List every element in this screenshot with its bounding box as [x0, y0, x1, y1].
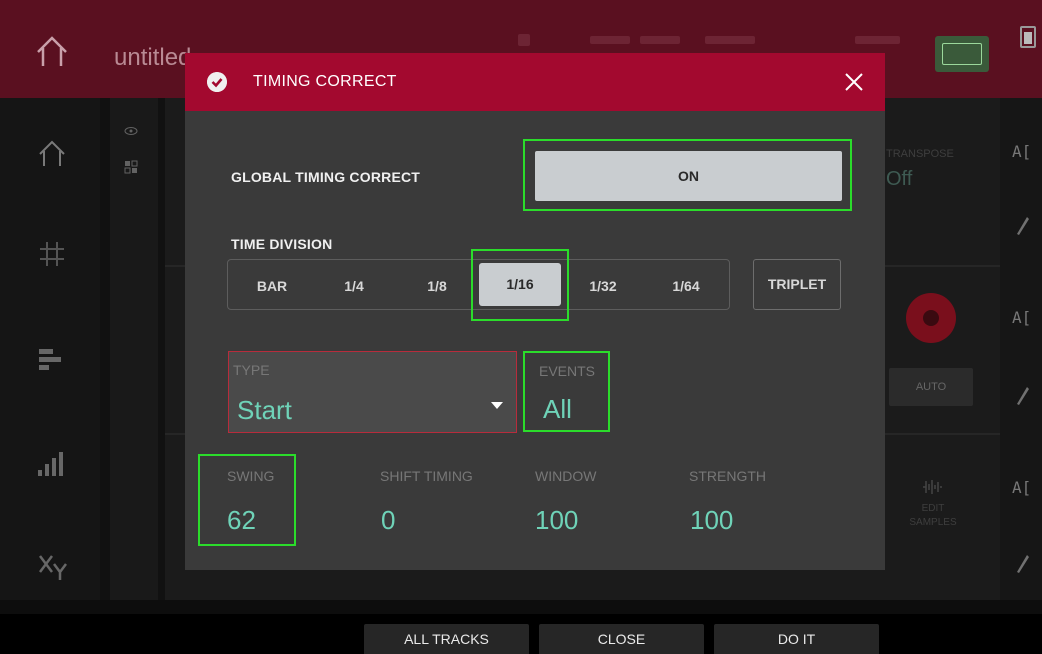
transpose-label: TRANSPOSE: [886, 148, 954, 160]
transpose-value: Off: [886, 168, 913, 190]
dialog-title: TIMING CORRECT: [253, 73, 397, 90]
pencil-icon[interactable]: [1014, 214, 1030, 236]
division-1-8[interactable]: 1/8: [396, 270, 478, 311]
check-circle-icon: [207, 72, 227, 92]
window-label: WINDOW: [535, 468, 597, 484]
do-it-button[interactable]: DO IT: [714, 624, 879, 654]
edit-samples-line2: SAMPLES: [909, 517, 957, 528]
pencil-icon[interactable]: [1014, 384, 1030, 406]
highlight-swing: [198, 454, 296, 546]
grid-icon[interactable]: [36, 238, 68, 270]
edit-samples-line1: EDIT: [921, 503, 945, 514]
division-1-4[interactable]: 1/4: [313, 270, 395, 311]
strength-value[interactable]: 100: [690, 505, 733, 536]
home-icon[interactable]: [36, 138, 68, 170]
top-indicator: [855, 36, 900, 44]
triplet-button[interactable]: TRIPLET: [753, 259, 841, 310]
time-division-label: TIME DIVISION: [231, 236, 333, 252]
track-side-column: [110, 98, 158, 614]
left-nav: [0, 98, 100, 614]
edit-samples-button[interactable]: EDIT SAMPLES: [903, 478, 963, 530]
automation-icon[interactable]: A[: [1012, 308, 1031, 327]
type-value: Start: [237, 395, 292, 425]
battery-icon: [1020, 26, 1036, 48]
chevron-down-icon: [491, 402, 503, 409]
waveform-icon: [923, 480, 942, 494]
pencil-icon[interactable]: [1014, 552, 1030, 574]
xy-icon[interactable]: [36, 550, 68, 582]
top-indicator: [640, 36, 680, 44]
type-label: TYPE: [233, 362, 270, 378]
highlight-division: [471, 249, 569, 321]
dialog-header: TIMING CORRECT: [185, 53, 885, 111]
close-button[interactable]: CLOSE: [539, 624, 704, 654]
division-1-32[interactable]: 1/32: [562, 270, 644, 311]
division-bar[interactable]: BAR: [231, 270, 313, 311]
highlight-events: [523, 351, 610, 432]
record-icon[interactable]: [906, 293, 956, 343]
automation-icon[interactable]: A[: [1012, 478, 1031, 497]
midi-chip[interactable]: [935, 36, 989, 72]
auto-button[interactable]: AUTO: [889, 368, 973, 406]
shift-timing-value[interactable]: 0: [381, 505, 395, 536]
pads-icon[interactable]: [124, 160, 138, 174]
all-tracks-button[interactable]: ALL TRACKS: [364, 624, 529, 654]
window-value[interactable]: 100: [535, 505, 578, 536]
top-indicator: [518, 34, 530, 46]
eye-icon[interactable]: [124, 124, 138, 138]
shift-timing-label: SHIFT TIMING: [380, 468, 473, 484]
type-dropdown[interactable]: TYPE Start: [228, 351, 517, 433]
levels-icon[interactable]: [36, 448, 68, 480]
automation-icon[interactable]: A[: [1012, 142, 1031, 161]
global-timing-correct-label: GLOBAL TIMING CORRECT: [231, 169, 421, 185]
bottom-strip: [0, 600, 1042, 614]
top-indicator: [590, 36, 630, 44]
bars-icon[interactable]: [36, 343, 68, 375]
top-indicator: [705, 36, 755, 44]
project-name[interactable]: untitled: [114, 44, 191, 72]
division-1-64[interactable]: 1/64: [645, 270, 727, 311]
highlight-global-toggle: [523, 139, 852, 211]
close-icon[interactable]: [841, 69, 867, 95]
right-column: [1000, 98, 1042, 614]
strength-label: STRENGTH: [689, 468, 766, 484]
home-icon[interactable]: [30, 30, 74, 74]
